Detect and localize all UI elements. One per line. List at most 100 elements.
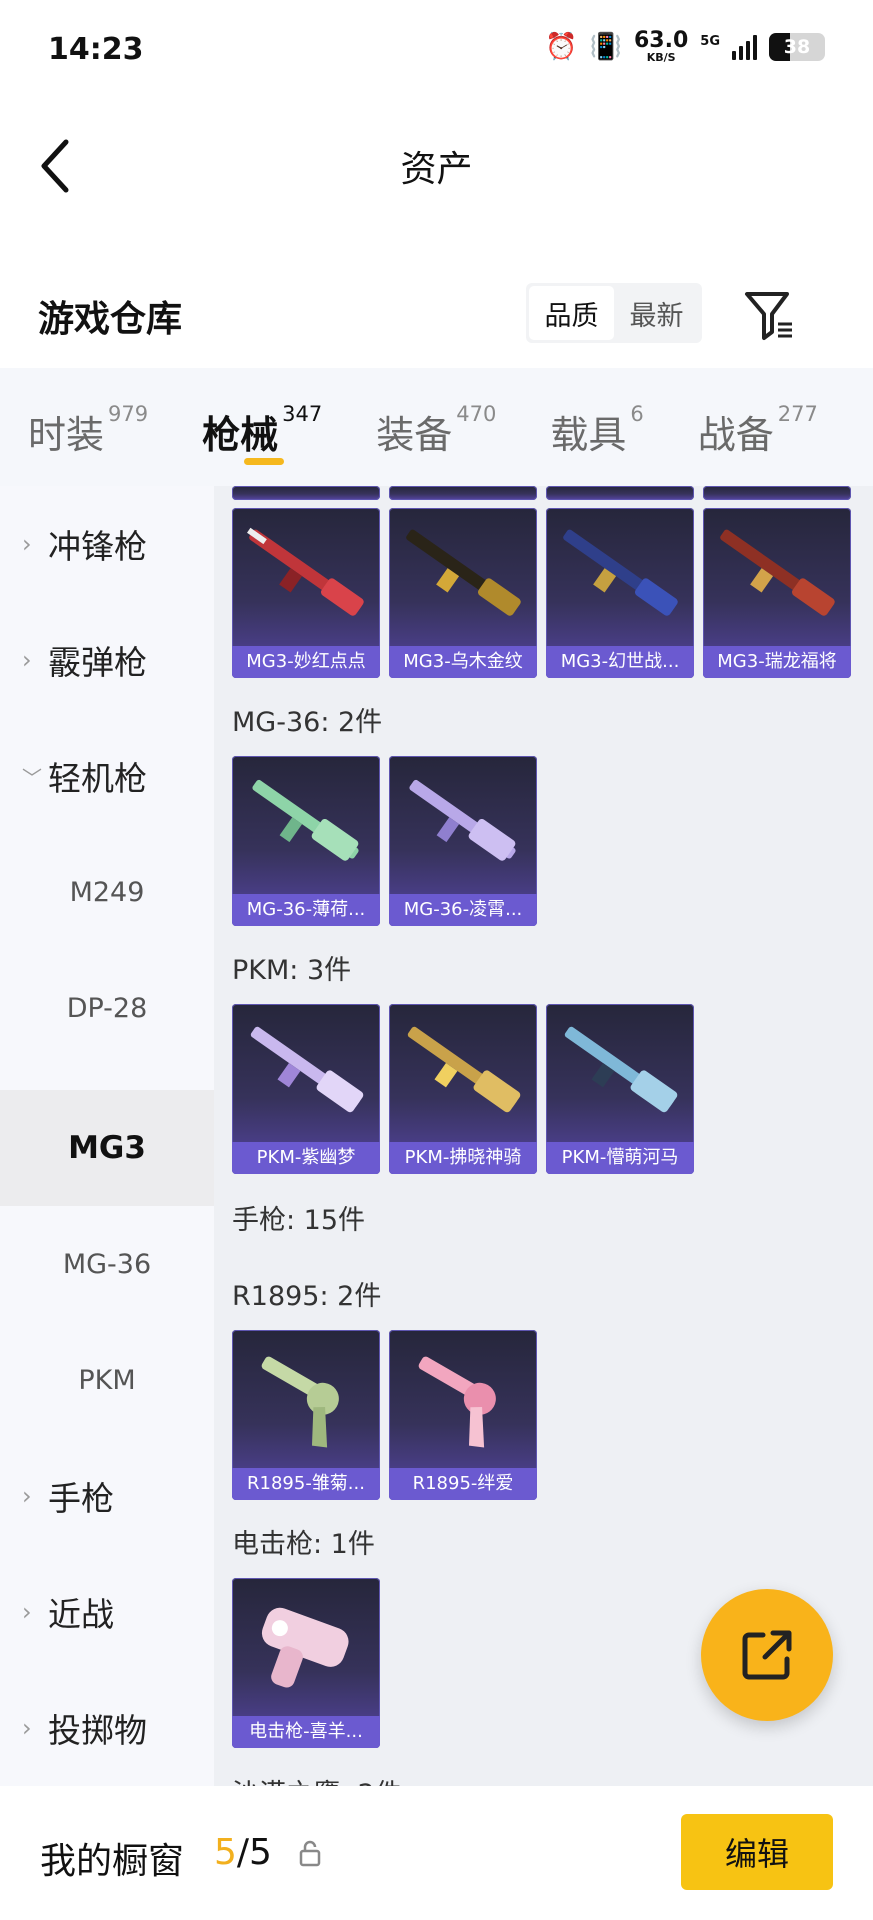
weapon-card[interactable]: MG3-瑞龙福将 xyxy=(703,508,851,678)
weapon-card-partial[interactable] xyxy=(232,486,380,500)
sidebar-item-smg[interactable]: › 冲锋枪 xyxy=(0,486,214,602)
stun-gun-icon xyxy=(261,1607,349,1688)
signal-icon xyxy=(732,34,757,60)
sidebar-item-throwable[interactable]: › 投掷物 xyxy=(0,1670,214,1786)
warehouse-title: 游戏仓库 xyxy=(38,299,183,340)
tab-equipment[interactable]: 装备 470 xyxy=(376,368,496,486)
weapon-card-name: PKM-懵萌河马 xyxy=(546,1142,694,1174)
active-tab-indicator xyxy=(244,458,285,465)
showcase-count-current: 5 xyxy=(214,1832,237,1873)
weapon-card-name: MG3-乌木金纹 xyxy=(389,646,537,678)
weapon-card[interactable]: PKM-懵萌河马 xyxy=(546,1004,694,1174)
sidebar-item-label: DP-28 xyxy=(66,992,148,1024)
rifle-icon xyxy=(409,779,516,861)
sidebar-item-shotgun[interactable]: › 霰弹枪 xyxy=(0,602,214,718)
sidebar-item-lmg[interactable]: ﹀ 轻机枪 xyxy=(0,718,214,834)
sidebar-item-label: 手枪 xyxy=(48,1479,114,1518)
chevron-right-icon: › xyxy=(22,1482,32,1510)
mg-rifle-icon xyxy=(563,529,678,616)
weapon-card[interactable]: MG-36-凌霄... xyxy=(389,756,537,926)
weapon-card-partial[interactable] xyxy=(546,486,694,500)
status-icons: ⏰ 📳 63.0 KB/S 5G 38 xyxy=(545,30,825,63)
mg-rifle-icon xyxy=(250,1026,364,1113)
filter-button[interactable] xyxy=(742,286,796,342)
mg-rifle-icon xyxy=(247,527,364,616)
page-title: 资产 xyxy=(400,149,473,190)
lock-icon xyxy=(299,1840,321,1867)
battery-level: 38 xyxy=(783,35,811,58)
mg-rifle-icon xyxy=(564,1026,678,1113)
weapon-card-name: MG3-幻世战... xyxy=(546,646,694,678)
weapon-card[interactable]: MG3-幻世战... xyxy=(546,508,694,678)
weapon-card-partial[interactable] xyxy=(389,486,537,500)
sidebar-item-label: M249 xyxy=(69,876,145,908)
tab-count: 277 xyxy=(777,402,818,426)
weapon-card[interactable]: PKM-拂晓神骑 xyxy=(389,1004,537,1174)
weapon-card[interactable]: MG3-妙红点点 xyxy=(232,508,380,678)
status-bar: 14:23 ⏰ 📳 63.0 KB/S 5G 38 xyxy=(0,0,873,100)
showcase-bar: 我的橱窗 5/5 编辑 xyxy=(0,1786,873,1920)
weapon-card-name: MG-36-凌霄... xyxy=(389,894,537,926)
revolver-icon xyxy=(418,1356,496,1448)
sidebar-item-label: 投掷物 xyxy=(48,1711,147,1750)
tab-vehicles[interactable]: 载具 6 xyxy=(550,368,643,486)
net-speed-unit: KB/S xyxy=(646,51,676,64)
filter-icon xyxy=(745,292,792,340)
category-tabs: 时装 979 枪械 347 装备 470 载具 6 战备 277 xyxy=(0,368,873,486)
tab-fashion[interactable]: 时装 979 xyxy=(28,368,148,486)
weapon-card[interactable]: R1895-绊爱 xyxy=(389,1330,537,1500)
edit-button[interactable]: 编辑 xyxy=(681,1814,833,1890)
weapon-card-partial[interactable] xyxy=(703,486,851,500)
tab-label: 枪械 xyxy=(202,413,279,457)
share-fab[interactable] xyxy=(701,1589,833,1721)
rifle-icon xyxy=(252,779,359,861)
sidebar-item-mg3[interactable]: MG3 xyxy=(0,1090,214,1206)
tab-firearms[interactable]: 枪械 347 xyxy=(202,368,322,486)
weapon-card[interactable]: MG3-乌木金纹 xyxy=(389,508,537,678)
revolver-icon xyxy=(261,1356,339,1448)
chevron-down-icon: ﹀ xyxy=(22,765,42,790)
net-speed: 63.0 KB/S xyxy=(634,28,689,64)
showcase-title: 我的橱窗 xyxy=(40,1841,185,1882)
weapon-card-name: PKM-拂晓神骑 xyxy=(389,1142,537,1174)
weapon-card[interactable]: PKM-紫幽梦 xyxy=(232,1004,380,1174)
sidebar-item-mg36[interactable]: MG-36 xyxy=(0,1206,214,1322)
sidebar-item-dp28[interactable]: DP-28 xyxy=(0,950,214,1066)
sort-newest[interactable]: 最新 xyxy=(614,286,699,340)
weapon-card-name: MG3-瑞龙福将 xyxy=(703,646,851,678)
sort-quality[interactable]: 品质 xyxy=(529,286,614,340)
weapon-card-name: R1895-绊爱 xyxy=(389,1468,537,1500)
network-type: 5G xyxy=(700,34,720,49)
tab-battle-gear[interactable]: 战备 277 xyxy=(698,368,818,486)
tab-count: 6 xyxy=(630,402,644,426)
sidebar-item-melee[interactable]: › 近战 xyxy=(0,1554,214,1670)
weapon-category-sidebar: › 冲锋枪 › 霰弹枪 ﹀ 轻机枪 M249 DP-28 MG3 MG-36 P… xyxy=(0,486,214,1786)
weapon-card[interactable]: MG-36-薄荷... xyxy=(232,756,380,926)
battery-icon: 38 xyxy=(769,32,825,61)
sidebar-item-label: 霰弹枪 xyxy=(48,643,147,682)
tab-label: 时装 xyxy=(28,413,105,457)
chevron-right-icon: › xyxy=(22,646,32,674)
tab-label: 战备 xyxy=(697,413,774,457)
mg-rifle-icon xyxy=(720,529,835,616)
weapon-card-name: R1895-雏菊... xyxy=(232,1468,380,1500)
alarm-clock-icon: ⏰ xyxy=(545,31,578,62)
showcase-count: 5/5 xyxy=(214,1832,272,1873)
tab-count: 347 xyxy=(282,402,323,426)
weapon-card[interactable]: 电击枪-喜羊... xyxy=(232,1578,380,1748)
weapon-card-name: MG-36-薄荷... xyxy=(232,894,380,926)
group-header-mg36: MG-36: 2件 xyxy=(232,707,383,738)
weapon-card[interactable]: R1895-雏菊... xyxy=(232,1330,380,1500)
sidebar-item-pkm[interactable]: PKM xyxy=(0,1322,214,1438)
sidebar-item-m249[interactable]: M249 xyxy=(0,834,214,950)
sidebar-item-label: MG3 xyxy=(68,1130,146,1166)
weapon-card-name: PKM-紫幽梦 xyxy=(232,1142,380,1174)
mg-rifle-icon xyxy=(407,1026,521,1113)
sidebar-item-label: MG-36 xyxy=(62,1248,152,1280)
showcase-count-total: 5 xyxy=(249,1832,272,1873)
share-external-icon xyxy=(742,1630,792,1680)
sidebar-item-pistol[interactable]: › 手枪 xyxy=(0,1438,214,1554)
net-speed-value: 63.0 xyxy=(634,28,689,53)
tab-label: 装备 xyxy=(376,413,453,457)
mg-rifle-icon xyxy=(406,529,521,616)
